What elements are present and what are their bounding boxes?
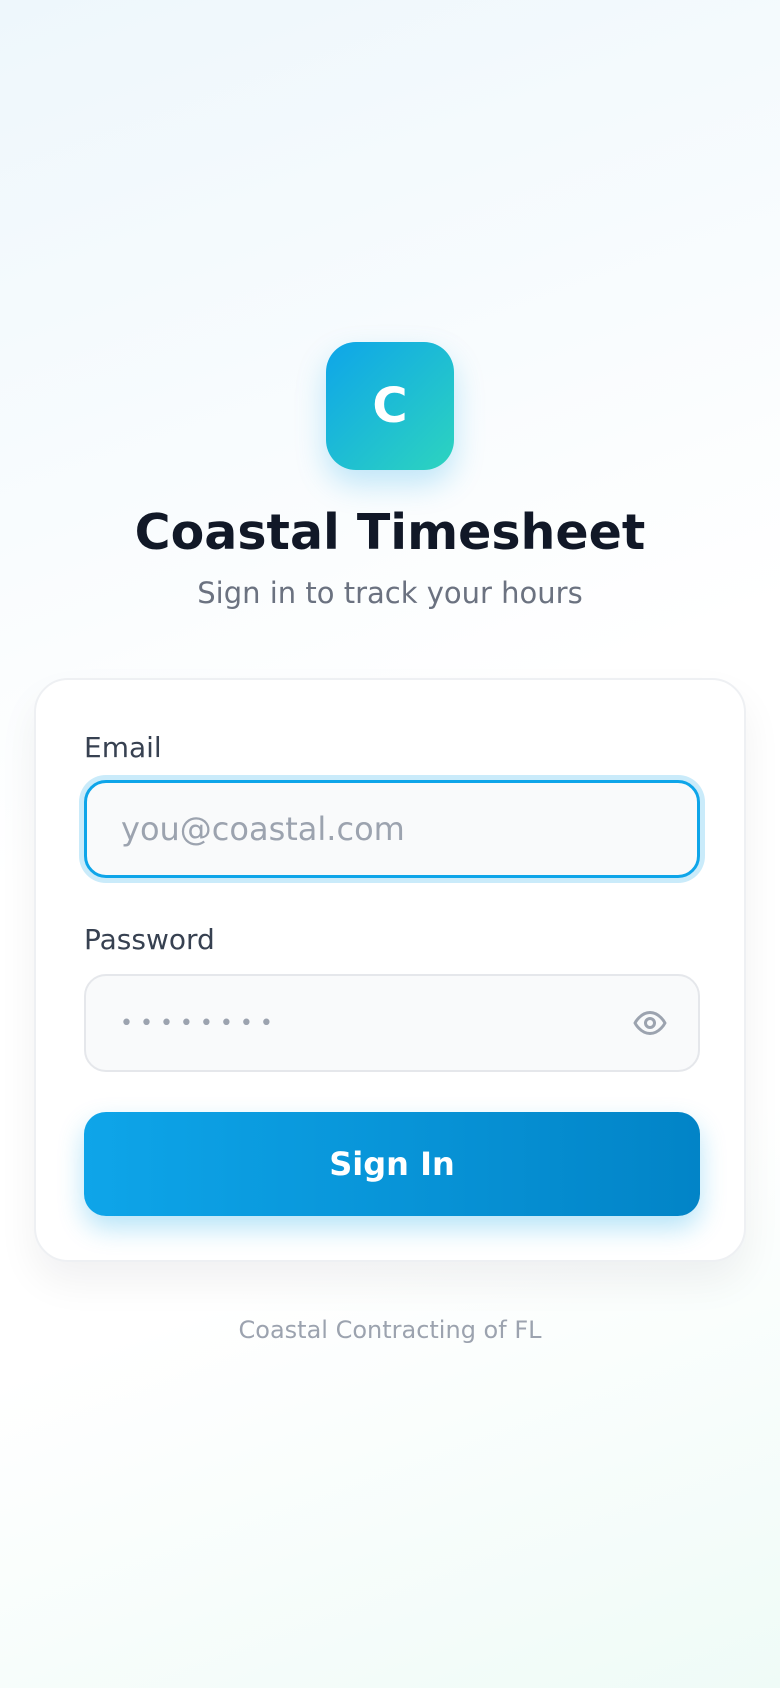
logo-letter: C [372,378,408,434]
password-label: Password [84,923,215,956]
footer-company-name: Coastal Contracting of FL [238,1316,542,1344]
email-input[interactable] [121,799,641,859]
page-title: Coastal Timesheet [134,504,646,561]
login-screen: C Coastal Timesheet Sign in to track you… [0,0,780,1688]
login-card: Email Password •••••••• Sign In [34,678,746,1262]
password-masked-value: •••••••• [120,1010,280,1036]
email-field-container [84,780,700,878]
eye-icon[interactable] [632,1005,668,1041]
email-label: Email [84,731,162,764]
page-subtitle: Sign in to track your hours [197,576,583,610]
password-input[interactable]: •••••••• [84,974,700,1072]
sign-in-button[interactable]: Sign In [84,1112,700,1216]
app-logo: C [326,342,454,470]
